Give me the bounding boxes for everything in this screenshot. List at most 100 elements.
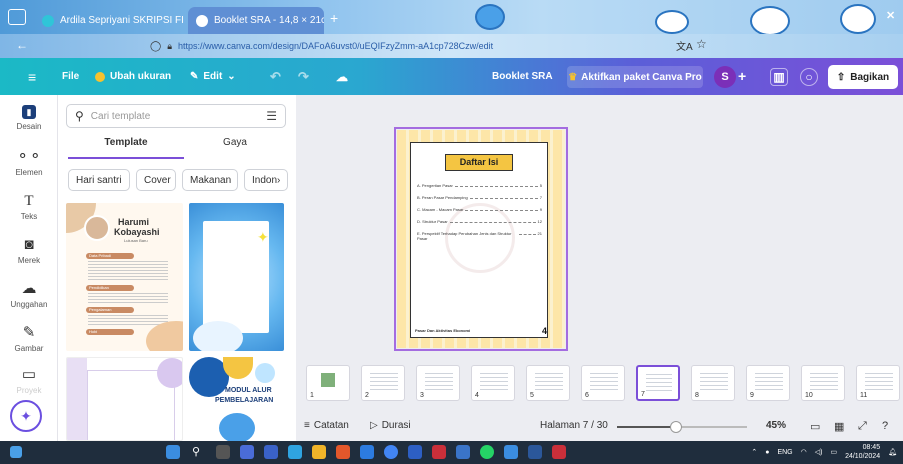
- task-view-icon[interactable]: [216, 445, 230, 459]
- page-indicator[interactable]: Halaman 7 / 30: [540, 420, 608, 431]
- chip-hari-santri[interactable]: Hari santri: [68, 169, 130, 191]
- filter-icon[interactable]: ☰: [266, 109, 277, 123]
- page-thumbnail[interactable]: 2: [361, 365, 405, 401]
- zoom-slider[interactable]: [617, 421, 747, 433]
- file-menu-button[interactable]: File: [62, 58, 79, 95]
- widgets-icon[interactable]: [10, 446, 22, 458]
- crown-icon: [95, 71, 105, 82]
- template-thumbnail[interactable]: [66, 357, 183, 441]
- page-thumbnail[interactable]: 4: [471, 365, 515, 401]
- chip-cover[interactable]: Cover: [136, 169, 176, 191]
- language-indicator[interactable]: ENG: [777, 449, 792, 456]
- toc-row[interactable]: D. Struktur Pasar 12: [417, 219, 542, 224]
- close-window-icon[interactable]: ✕: [886, 9, 895, 22]
- tab-template[interactable]: Template: [68, 137, 184, 159]
- grid-view-icon[interactable]: ▦: [834, 420, 844, 433]
- windows-start-icon[interactable]: [166, 445, 180, 459]
- translate-icon[interactable]: 文A: [676, 38, 693, 53]
- app-icon[interactable]: [264, 445, 278, 459]
- edge-icon[interactable]: [288, 445, 302, 459]
- template-thumbnail[interactable]: Harumi Kobayashi Lulusan Baru Data Priba…: [66, 203, 183, 351]
- word-icon[interactable]: [528, 445, 542, 459]
- add-collaborator-icon[interactable]: +: [738, 68, 746, 84]
- battery-icon[interactable]: ▭: [830, 448, 837, 456]
- page-thumbnail[interactable]: 3: [416, 365, 460, 401]
- clock[interactable]: 08:45 24/10/2024: [845, 443, 880, 461]
- app-icon[interactable]: [504, 445, 518, 459]
- page-thumbnail[interactable]: 11: [856, 365, 900, 401]
- page-view-icon[interactable]: ▭: [810, 420, 820, 433]
- tab-actions-icon[interactable]: [8, 9, 26, 25]
- share-button[interactable]: ⇧ Bagikan: [828, 65, 898, 89]
- rail-item-merek[interactable]: ◙ Merek: [0, 237, 58, 266]
- rail-item-proyek[interactable]: ▭ Proyek: [0, 367, 58, 396]
- chrome-icon[interactable]: [384, 445, 398, 459]
- rail-item-elemen[interactable]: ⚬⚬ Elemen: [0, 149, 58, 178]
- avatar[interactable]: S: [714, 66, 736, 88]
- back-arrow-icon[interactable]: ←: [16, 38, 28, 52]
- redo-icon[interactable]: ↷: [298, 58, 309, 95]
- comment-icon[interactable]: ○: [800, 68, 818, 86]
- zoom-level[interactable]: 45%: [766, 420, 786, 431]
- rail-item-teks[interactable]: T Teks: [0, 193, 58, 221]
- app-icon[interactable]: [336, 445, 350, 459]
- page-thumbnail[interactable]: 9: [746, 365, 790, 401]
- tab-gaya[interactable]: Gaya: [184, 137, 286, 157]
- volume-icon[interactable]: ◁): [815, 448, 823, 456]
- template-search-input[interactable]: ⚲ Cari template ☰: [66, 104, 286, 128]
- analytics-icon[interactable]: ▥: [770, 68, 788, 86]
- fullscreen-icon[interactable]: ⤢: [858, 420, 867, 433]
- toc-row[interactable]: C. Macam - Macam Pasar 9: [417, 207, 542, 212]
- page-7[interactable]: Daftar Isi A. Pengertian Pasar 5 B. Peran…: [394, 127, 568, 351]
- file-explorer-icon[interactable]: [312, 445, 326, 459]
- chevron-up-icon[interactable]: ⌃: [751, 448, 757, 456]
- chip-indonesia[interactable]: Indon ›: [244, 169, 288, 191]
- page-thumbnail[interactable]: 5: [526, 365, 570, 401]
- template-thumbnail[interactable]: ✦: [189, 203, 284, 351]
- duration-button[interactable]: ▷ Durasi: [370, 420, 411, 431]
- design-title[interactable]: Booklet SRA: [492, 58, 553, 95]
- app-icon[interactable]: [408, 445, 422, 459]
- cloud-saved-icon[interactable]: ☁: [336, 58, 348, 95]
- notification-bell-icon[interactable]: 🔔︎: [888, 448, 897, 456]
- chip-makanan[interactable]: Makanan: [182, 169, 238, 191]
- toc-row[interactable]: A. Pengertian Pasar 5: [417, 183, 542, 188]
- address-field[interactable]: ◯ 🔒︎ https://www.canva.com/design/DAFoA6…: [150, 37, 710, 55]
- new-tab-icon[interactable]: +: [330, 10, 338, 26]
- toc-row[interactable]: E. Perspektif Terhadap Perubahan Jenis d…: [417, 231, 542, 241]
- rail-item-desain[interactable]: ▮ Desain: [0, 105, 58, 131]
- page-thumbnail-active[interactable]: 7: [636, 365, 680, 401]
- canva-pro-button[interactable]: ♛ Aktifkan paket Canva Pro: [567, 66, 703, 88]
- network-app-icon[interactable]: ●: [765, 449, 769, 456]
- app-icon[interactable]: [552, 445, 566, 459]
- app-icon[interactable]: [360, 445, 374, 459]
- help-icon[interactable]: ?: [882, 420, 888, 432]
- site-favicon-icon: [42, 14, 54, 27]
- app-icon[interactable]: [240, 445, 254, 459]
- browser-tab-1[interactable]: Ardila Sepriyani SKRIPSI FINISH (1) -: [34, 7, 184, 34]
- template-thumbnail[interactable]: MODUL ALUR PEMBELAJARAN: [189, 357, 284, 441]
- zoom-slider-handle[interactable]: [669, 421, 682, 433]
- notes-button[interactable]: ≡ Catatan: [304, 420, 349, 431]
- edit-menu-button[interactable]: ✎ Edit ⌄: [190, 58, 236, 95]
- undo-icon[interactable]: ↶: [270, 58, 281, 95]
- page-thumbnail[interactable]: 8: [691, 365, 735, 401]
- whatsapp-icon[interactable]: [480, 445, 494, 459]
- rail-item-gambar[interactable]: ✎ Gambar: [0, 325, 58, 354]
- star-icon[interactable]: ☆: [696, 37, 707, 51]
- browser-tab-2[interactable]: Booklet SRA - 14,8 × 21cm - C ✕: [188, 7, 324, 34]
- page-thumbnail[interactable]: 10: [801, 365, 845, 401]
- app-icon[interactable]: [432, 445, 446, 459]
- page-thumbnail[interactable]: 1: [306, 365, 350, 401]
- app-icon[interactable]: [456, 445, 470, 459]
- design-canvas[interactable]: Daftar Isi A. Pengertian Pasar 5 B. Peran…: [296, 95, 903, 359]
- search-icon[interactable]: ⚲: [192, 445, 206, 459]
- hamburger-icon[interactable]: ≡: [28, 58, 36, 95]
- wifi-icon[interactable]: ◠: [801, 448, 807, 456]
- rail-item-unggahan[interactable]: ☁ Unggahan: [0, 281, 58, 310]
- resize-button[interactable]: Ubah ukuran: [95, 58, 171, 95]
- os-taskbar: ⚲ ⌃ ● ENG ◠ ◁) ▭ 08:45 24/10/2024 🔔︎: [0, 441, 903, 464]
- page-thumbnail[interactable]: 6: [581, 365, 625, 401]
- toc-row[interactable]: B. Peran Pasar Pendamping 7: [417, 195, 542, 200]
- magic-assistant-button[interactable]: ✦: [10, 400, 42, 432]
